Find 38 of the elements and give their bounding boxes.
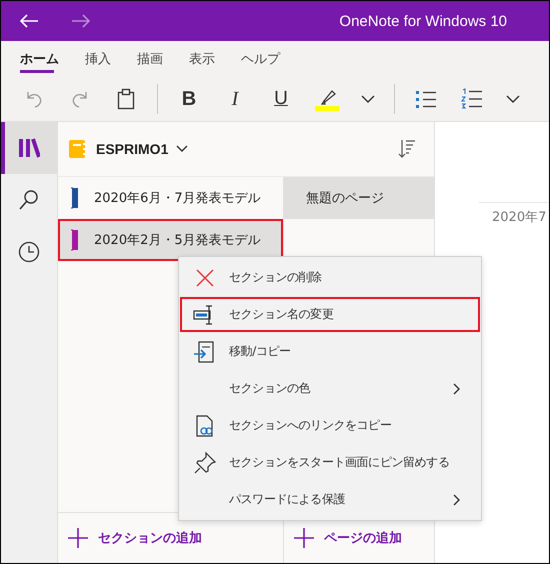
- page-item[interactable]: 無題のページ: [284, 177, 434, 219]
- sort-button[interactable]: [398, 139, 416, 159]
- notebooks-icon: [18, 137, 40, 159]
- notebook-icon: [68, 139, 86, 159]
- clipboard-icon: [116, 88, 136, 110]
- section-item[interactable]: 2020年2月・5月発表モデル: [58, 219, 283, 261]
- ribbon-tab[interactable]: ヘルプ: [232, 41, 297, 77]
- clock-icon: [18, 241, 40, 263]
- menu-item[interactable]: セクションの削除: [179, 259, 481, 296]
- search-icon: [18, 189, 40, 211]
- section-item[interactable]: 2020年6月・7月発表モデル: [58, 177, 283, 219]
- window-title: OneNote for Windows 10: [339, 12, 507, 30]
- page-date: 2020年7: [492, 209, 546, 226]
- section-tab-icon: [70, 227, 80, 253]
- plus-icon: [294, 528, 314, 548]
- ribbon-tab[interactable]: 挿入: [76, 41, 128, 77]
- menu-item[interactable]: セクションをスタート画面にピン留めする: [179, 444, 481, 481]
- bold-button[interactable]: B: [166, 81, 212, 117]
- section-tab-icon: [70, 185, 80, 211]
- sort-icon: [398, 139, 416, 159]
- pin-icon: [193, 450, 217, 474]
- plus-icon: [68, 528, 88, 548]
- chevron-right-icon: [453, 494, 461, 506]
- underline-button[interactable]: U: [258, 81, 304, 117]
- menu-item[interactable]: 移動/コピー: [179, 333, 481, 370]
- ribbon-tab[interactable]: 描画: [128, 41, 180, 77]
- ribbon-tab[interactable]: ホーム: [11, 41, 76, 77]
- italic-button[interactable]: I: [212, 81, 258, 117]
- menu-item[interactable]: セクション名の変更: [179, 296, 481, 333]
- ribbon-tab[interactable]: 表示: [180, 41, 232, 77]
- notebook-dropdown[interactable]: ESPRIMO1: [96, 141, 188, 157]
- numbered-list-icon: [461, 88, 483, 110]
- chevron-down-icon: [176, 145, 188, 153]
- notebooks-button[interactable]: [1, 122, 57, 174]
- chevron-right-icon: [453, 382, 461, 394]
- menu-item[interactable]: セクションへのリンクをコピー: [179, 407, 481, 444]
- bullet-list-icon: [415, 89, 437, 109]
- menu-item[interactable]: セクションの色: [179, 370, 481, 407]
